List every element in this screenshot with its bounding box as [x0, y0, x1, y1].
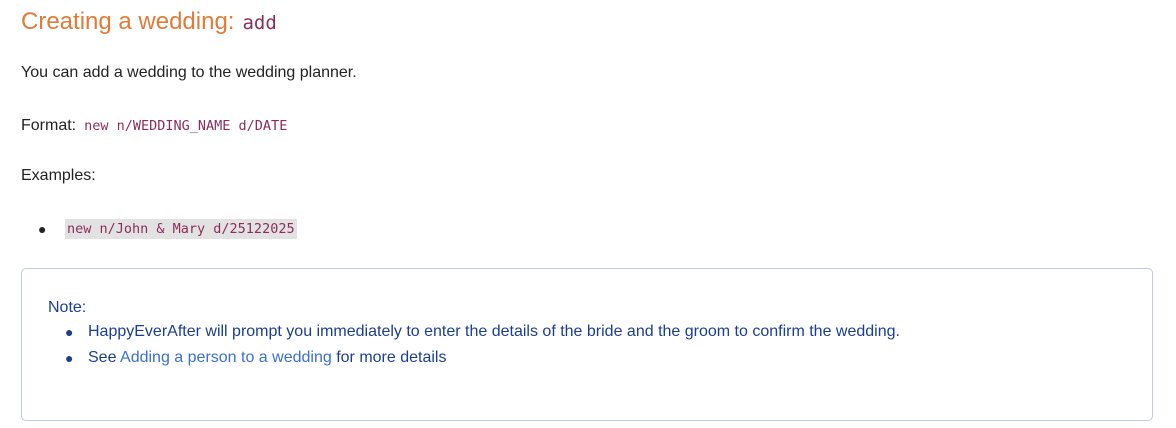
list-item: ● HappyEverAfter will prompt you immedia…: [48, 321, 900, 347]
note-list: ● HappyEverAfter will prompt you immedia…: [48, 321, 900, 373]
example-code: new n/John & Mary d/25122025: [65, 219, 297, 239]
format-label: Format:: [21, 117, 77, 134]
format-syntax: new n/WEDDING_NAME d/DATE: [84, 118, 288, 134]
note-title: Note:: [48, 299, 87, 316]
bullet-icon: ●: [65, 350, 74, 366]
section-heading: Creating a wedding: add: [21, 8, 277, 36]
command-name: add: [242, 12, 277, 34]
note-box: Note: ● HappyEverAfter will prompt you i…: [21, 268, 1153, 421]
examples-label: Examples:: [21, 167, 96, 184]
note-item-prefix: See: [88, 349, 117, 366]
intro-text: You can add a wedding to the wedding pla…: [21, 64, 357, 81]
format-line: Format: new n/WEDDING_NAME d/DATE: [21, 117, 287, 135]
section-title: Creating a wedding:: [21, 8, 235, 35]
note-item-text: HappyEverAfter will prompt you immediate…: [88, 323, 900, 340]
list-item: ● See Adding a person to a wedding for m…: [48, 347, 900, 373]
examples-list: ● new n/John & Mary d/25122025: [21, 219, 297, 239]
list-item: ● new n/John & Mary d/25122025: [21, 219, 297, 239]
note-item-suffix: for more details: [336, 349, 447, 366]
bullet-icon: ●: [38, 221, 47, 237]
adding-person-link[interactable]: Adding a person to a wedding: [120, 349, 332, 366]
bullet-icon: ●: [65, 324, 74, 340]
